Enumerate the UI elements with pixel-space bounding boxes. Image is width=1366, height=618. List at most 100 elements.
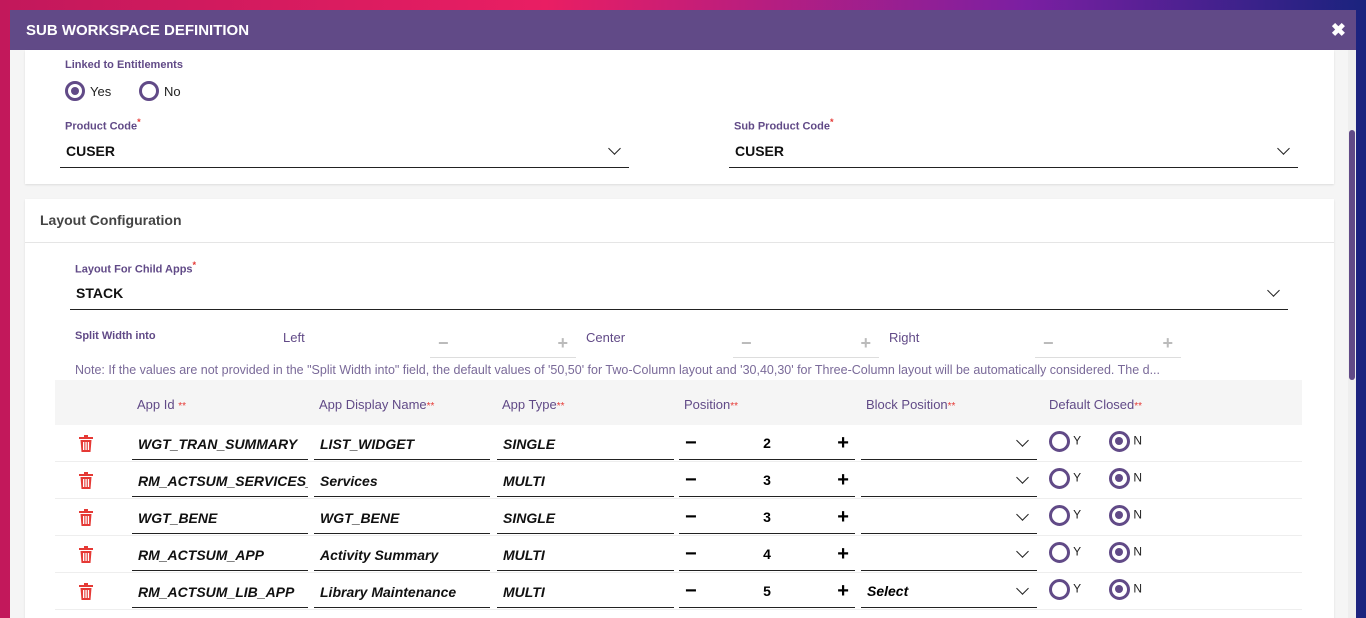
app-id-input[interactable]: WGT_TRAN_SUMMARY bbox=[132, 427, 308, 460]
position-stepper[interactable]: − 3 + bbox=[679, 501, 855, 534]
chevron-down-icon bbox=[1016, 508, 1029, 521]
default-closed-n[interactable]: N bbox=[1109, 579, 1142, 600]
minus-icon[interactable]: − bbox=[741, 333, 752, 354]
modal-title: SUB WORKSPACE DEFINITION bbox=[26, 21, 250, 39]
default-closed-n[interactable]: N bbox=[1109, 505, 1142, 526]
app-id-input[interactable]: RM_ACTSUM_APP bbox=[132, 538, 308, 571]
radio-circle[interactable] bbox=[1109, 579, 1130, 600]
plus-icon[interactable]: + bbox=[837, 469, 849, 492]
default-closed-y[interactable]: Y bbox=[1049, 431, 1081, 452]
position-stepper[interactable]: − 2 + bbox=[679, 427, 855, 460]
child-layout-label: Layout For Child Apps* bbox=[75, 260, 196, 276]
sub-product-code-select[interactable]: CUSER bbox=[729, 134, 1298, 168]
scrollbar[interactable] bbox=[1348, 50, 1356, 618]
block-position-select[interactable] bbox=[861, 427, 1037, 460]
minus-icon[interactable]: − bbox=[1043, 333, 1054, 354]
delete-icon[interactable] bbox=[79, 472, 93, 489]
minus-icon[interactable]: − bbox=[438, 333, 449, 354]
radio-circle[interactable] bbox=[1109, 505, 1130, 526]
position-stepper[interactable]: − 3 + bbox=[679, 464, 855, 497]
divider bbox=[25, 242, 1334, 243]
header-text: App Type bbox=[502, 397, 557, 412]
table-row: WGT_TRAN_SUMMARY LIST_WIDGET SINGLE −2 + … bbox=[55, 425, 1302, 462]
radio-circle[interactable] bbox=[1049, 542, 1070, 563]
block-position-select[interactable]: Select bbox=[861, 575, 1037, 608]
plus-icon[interactable]: + bbox=[1162, 333, 1173, 354]
radio-yes-circle[interactable] bbox=[65, 81, 85, 101]
radio-circle[interactable] bbox=[1049, 505, 1070, 526]
plus-icon[interactable]: + bbox=[837, 432, 849, 455]
default-closed-y[interactable]: Y bbox=[1049, 579, 1081, 600]
scrollbar-thumb[interactable] bbox=[1349, 130, 1355, 380]
radio-circle[interactable] bbox=[1109, 542, 1130, 563]
default-closed-y[interactable]: Y bbox=[1049, 542, 1081, 563]
radio-circle[interactable] bbox=[1049, 468, 1070, 489]
position-stepper[interactable]: − 5 + bbox=[679, 575, 855, 608]
block-position-select[interactable] bbox=[861, 501, 1037, 534]
block-position-select[interactable] bbox=[861, 538, 1037, 571]
close-icon[interactable]: ✖ bbox=[1331, 20, 1346, 41]
required-mark: ** bbox=[426, 401, 435, 412]
plus-icon[interactable]: + bbox=[837, 580, 849, 603]
delete-icon[interactable] bbox=[79, 546, 93, 563]
layout-card: Layout Configuration Layout For Child Ap… bbox=[25, 199, 1334, 618]
block-position-select[interactable] bbox=[861, 464, 1037, 497]
radio-no[interactable]: No bbox=[139, 81, 181, 101]
delete-icon[interactable] bbox=[79, 509, 93, 526]
left-stepper[interactable]: − + bbox=[430, 330, 576, 358]
radio-circle[interactable] bbox=[1109, 468, 1130, 489]
plus-icon[interactable]: + bbox=[860, 333, 871, 354]
position-value: 3 bbox=[763, 509, 771, 525]
radio-no-circle[interactable] bbox=[139, 81, 159, 101]
header-default-closed: Default Closed** bbox=[1049, 397, 1142, 412]
display-name-input[interactable]: LIST_WIDGET bbox=[314, 427, 490, 460]
radio-label: N bbox=[1133, 433, 1143, 448]
right-stepper[interactable]: − + bbox=[1035, 330, 1181, 358]
radio-label: Y bbox=[1073, 544, 1082, 559]
display-name-input[interactable]: Activity Summary bbox=[314, 538, 490, 571]
table-row: WGT_BENE WGT_BENE SINGLE − 3 + Y N bbox=[55, 499, 1302, 536]
display-name-input[interactable]: Services bbox=[314, 464, 490, 497]
default-closed-y[interactable]: Y bbox=[1049, 505, 1081, 526]
plus-icon[interactable]: + bbox=[557, 333, 568, 354]
app-type-input[interactable]: MULTI bbox=[497, 464, 674, 497]
plus-icon[interactable]: + bbox=[837, 543, 849, 566]
minus-icon[interactable]: − bbox=[685, 506, 697, 529]
app-id-input[interactable]: RM_ACTSUM_SERVICES_APP bbox=[132, 464, 308, 497]
delete-icon[interactable] bbox=[79, 583, 93, 600]
app-type-input[interactable]: MULTI bbox=[497, 538, 674, 571]
default-closed-n[interactable]: N bbox=[1109, 468, 1142, 489]
product-code-select[interactable]: CUSER bbox=[60, 134, 629, 168]
delete-icon[interactable] bbox=[79, 435, 93, 452]
plus-icon[interactable]: + bbox=[837, 506, 849, 529]
split-width-label: Split Width into bbox=[75, 330, 156, 342]
display-name-input[interactable]: Library Maintenance bbox=[314, 575, 490, 608]
default-closed-n[interactable]: N bbox=[1109, 542, 1142, 563]
center-stepper[interactable]: − + bbox=[733, 330, 879, 358]
app-type-input[interactable]: MULTI bbox=[497, 575, 674, 608]
app-id-input[interactable]: WGT_BENE bbox=[132, 501, 308, 534]
default-closed-n[interactable]: N bbox=[1109, 431, 1142, 452]
table-header: App Id ** App Display Name** App Type** … bbox=[55, 380, 1302, 425]
radio-circle[interactable] bbox=[1109, 431, 1130, 452]
chevron-down-icon bbox=[608, 141, 621, 155]
minus-icon[interactable]: − bbox=[685, 580, 697, 603]
app-id-input[interactable]: RM_ACTSUM_LIB_APP bbox=[132, 575, 308, 608]
child-layout-label-text: Layout For Child Apps bbox=[75, 263, 193, 276]
sub-product-code-label: Sub Product Code* bbox=[734, 117, 834, 133]
minus-icon[interactable]: − bbox=[685, 432, 697, 455]
position-stepper[interactable]: − 4 + bbox=[679, 538, 855, 571]
display-name-input[interactable]: WGT_BENE bbox=[314, 501, 490, 534]
app-type-input[interactable]: SINGLE bbox=[497, 427, 674, 460]
radio-circle[interactable] bbox=[1049, 579, 1070, 600]
header-text: Position bbox=[684, 397, 731, 412]
radio-circle[interactable] bbox=[1049, 431, 1070, 452]
minus-icon[interactable]: − bbox=[685, 469, 697, 492]
default-closed-y[interactable]: Y bbox=[1049, 468, 1081, 489]
app-type-input[interactable]: SINGLE bbox=[497, 501, 674, 534]
required-mark: ** bbox=[178, 401, 186, 412]
required-mark: * bbox=[829, 117, 834, 127]
minus-icon[interactable]: − bbox=[685, 543, 697, 566]
child-layout-select[interactable]: STACK bbox=[70, 276, 1288, 310]
radio-yes[interactable]: Yes bbox=[65, 81, 111, 101]
